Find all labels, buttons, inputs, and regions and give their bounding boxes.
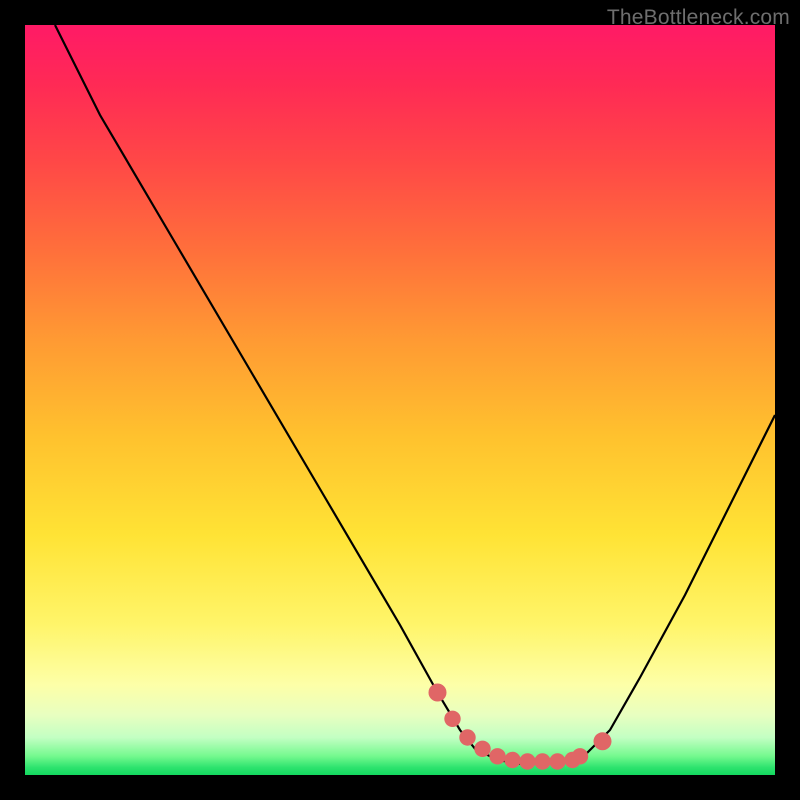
sweet-spot-marker (489, 748, 505, 764)
sweet-spot-marker (549, 753, 565, 769)
sweet-spot-marker (572, 748, 588, 764)
sweet-spot-marker (429, 684, 447, 702)
sweet-spot-marker (459, 729, 475, 745)
chart-frame: TheBottleneck.com (0, 0, 800, 800)
sweet-spot-marker (504, 752, 520, 768)
sweet-spot-marker (534, 753, 550, 769)
sweet-spot-marker (444, 711, 460, 727)
plot-area (25, 25, 775, 775)
curve-line (55, 25, 775, 764)
bottleneck-curve (25, 25, 775, 775)
sweet-spot-marker (594, 732, 612, 750)
sweet-spot-markers (429, 684, 612, 770)
sweet-spot-marker (474, 741, 490, 757)
watermark-text: TheBottleneck.com (607, 6, 790, 30)
sweet-spot-marker (519, 753, 535, 769)
